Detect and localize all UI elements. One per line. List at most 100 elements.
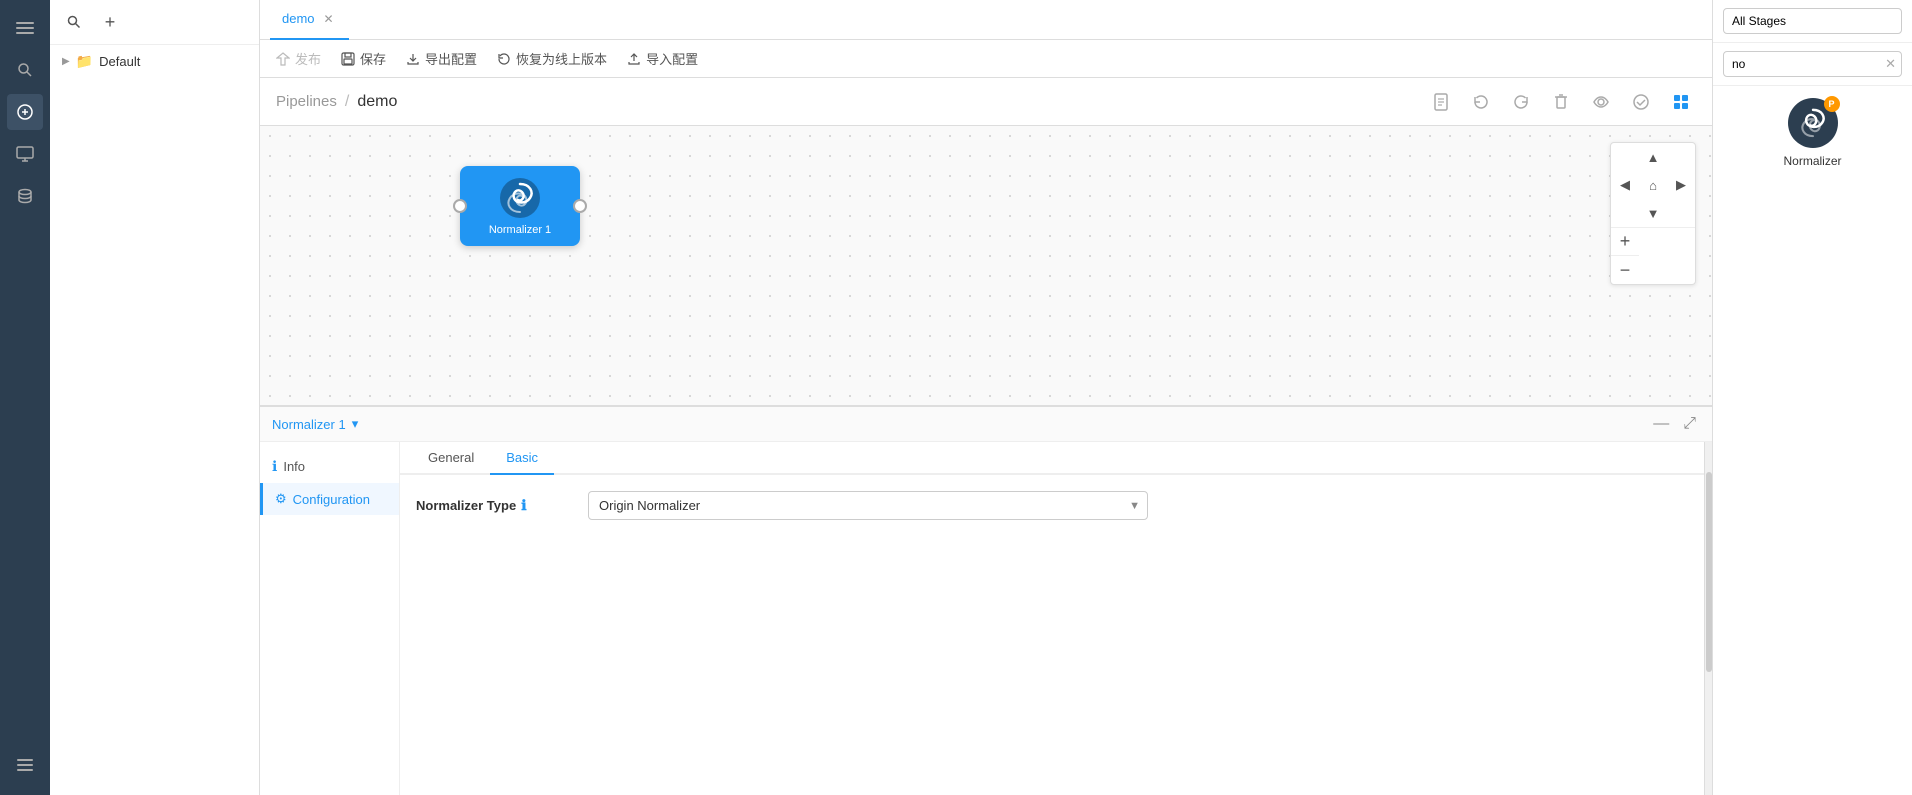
publish-label: 发布 bbox=[295, 49, 321, 68]
config-tab-icon: ⚙ bbox=[275, 491, 287, 507]
breadcrumb-sep: / bbox=[345, 93, 349, 111]
tab-bar: demo ✕ bbox=[260, 0, 1712, 40]
pipeline-nav-icon[interactable] bbox=[7, 94, 43, 130]
normalizer-type-select-wrapper: Origin Normalizer Field Normalizer Root … bbox=[588, 491, 1148, 520]
node-logo bbox=[498, 176, 542, 220]
detail-title-text: Normalizer 1 bbox=[272, 417, 346, 432]
export-button[interactable]: 导出配置 bbox=[406, 45, 477, 72]
tab-basic[interactable]: Basic bbox=[490, 442, 554, 475]
tab-demo[interactable]: demo ✕ bbox=[270, 0, 349, 40]
save-label: 保存 bbox=[360, 49, 386, 68]
toolbar: 发布 保存 导出配置 恢复为线上版本 导入配置 bbox=[260, 40, 1712, 78]
nav-add-button[interactable]: + bbox=[96, 8, 124, 36]
detail-panel: Normalizer 1 ▾ — ⤢ ℹ Info ⚙ bbox=[260, 405, 1712, 795]
tab-close-icon[interactable]: ✕ bbox=[321, 12, 337, 26]
nav-item-default[interactable]: ▶ 📁 Default bbox=[50, 45, 259, 78]
save-button[interactable]: 保存 bbox=[341, 45, 386, 72]
document-action-icon[interactable] bbox=[1426, 87, 1456, 117]
monitor-nav-icon[interactable] bbox=[7, 136, 43, 172]
zoom-in-btn[interactable]: + bbox=[1611, 228, 1639, 256]
detail-top-tabs: General Basic bbox=[400, 442, 1704, 475]
detail-body: Normalizer Type ℹ Origin Normalizer Fiel… bbox=[400, 475, 1704, 795]
preview-action-icon[interactable] bbox=[1586, 87, 1616, 117]
detail-tabs-left: ℹ Info ⚙ Configuration bbox=[260, 442, 400, 795]
config-tab-label: Configuration bbox=[293, 492, 370, 507]
map-left-btn[interactable]: ◀ bbox=[1611, 171, 1639, 199]
tab-label: demo bbox=[282, 11, 315, 26]
node-label: Normalizer 1 bbox=[489, 224, 551, 236]
right-panel: All Stages Origins Processors Destinatio… bbox=[1712, 0, 1912, 795]
detail-right: General Basic Normalizer Type ℹ bbox=[400, 442, 1704, 795]
zoom-controls: + − bbox=[1611, 228, 1695, 284]
import-button[interactable]: 导入配置 bbox=[627, 45, 698, 72]
canvas[interactable]: Normalizer 1 ◀ ▲ ⌂ ▼ ▶ + − bbox=[260, 126, 1712, 405]
import-label: 导入配置 bbox=[646, 49, 698, 68]
info-tab-icon: ℹ bbox=[272, 458, 277, 475]
component-name: Normalizer bbox=[1783, 154, 1841, 168]
nav-item-label: Default bbox=[99, 54, 140, 69]
stage-select[interactable]: All Stages Origins Processors Destinatio… bbox=[1723, 8, 1902, 34]
node-connector-left[interactable] bbox=[453, 199, 467, 213]
scroll-thumb bbox=[1706, 472, 1712, 672]
folder-icon: 📁 bbox=[76, 53, 93, 70]
undo-action-icon[interactable] bbox=[1466, 87, 1496, 117]
detail-scrollbar[interactable] bbox=[1704, 442, 1712, 795]
delete-action-icon[interactable] bbox=[1546, 87, 1576, 117]
detail-minimize-btn[interactable]: — bbox=[1649, 413, 1673, 435]
pipeline-header: Pipelines / demo bbox=[260, 78, 1712, 126]
menu-icon[interactable] bbox=[7, 10, 43, 46]
breadcrumb: Pipelines / demo bbox=[276, 93, 397, 111]
nav-panel-header: + bbox=[50, 0, 259, 45]
publish-button[interactable]: 发布 bbox=[276, 45, 321, 72]
restore-label: 恢复为线上版本 bbox=[516, 49, 607, 68]
component-search-input[interactable] bbox=[1723, 51, 1902, 77]
component-badge: P bbox=[1824, 96, 1840, 112]
normalizer-node[interactable]: Normalizer 1 bbox=[460, 166, 580, 246]
settings-nav-icon[interactable] bbox=[7, 747, 43, 783]
normalizer-type-label: Normalizer Type ℹ bbox=[416, 497, 576, 514]
map-controls: ◀ ▲ ⌂ ▼ ▶ + − bbox=[1610, 142, 1696, 285]
map-down-btn[interactable]: ▼ bbox=[1639, 199, 1667, 227]
nav-arrow-icon: ▶ bbox=[62, 56, 70, 67]
canvas-section: Normalizer 1 ◀ ▲ ⌂ ▼ ▶ + − bbox=[260, 126, 1712, 795]
stage-select-bar: All Stages Origins Processors Destinatio… bbox=[1713, 0, 1912, 43]
map-right-btn[interactable]: ▶ bbox=[1667, 171, 1695, 199]
node-connector-right[interactable] bbox=[573, 199, 587, 213]
normalizer-type-row: Normalizer Type ℹ Origin Normalizer Fiel… bbox=[416, 491, 1688, 520]
data-nav-icon[interactable] bbox=[7, 178, 43, 214]
component-search-wrapper: ✕ bbox=[1713, 43, 1912, 86]
normalizer-type-label-text: Normalizer Type bbox=[416, 498, 516, 513]
detail-tab-info[interactable]: ℹ Info bbox=[260, 450, 399, 483]
redo-action-icon[interactable] bbox=[1506, 87, 1536, 117]
main-area: demo ✕ 发布 保存 导出配置 恢复为线上版本 导入配置 Pipelines bbox=[260, 0, 1712, 795]
detail-title[interactable]: Normalizer 1 ▾ bbox=[272, 416, 358, 432]
sidebar bbox=[0, 0, 50, 795]
component-logo-wrapper: P bbox=[1788, 98, 1838, 148]
restore-button[interactable]: 恢复为线上版本 bbox=[497, 45, 607, 72]
normalizer-type-select[interactable]: Origin Normalizer Field Normalizer Root … bbox=[588, 491, 1148, 520]
map-nav-controls: ◀ ▲ ⌂ ▼ ▶ bbox=[1611, 143, 1695, 228]
breadcrumb-current: demo bbox=[357, 93, 397, 111]
component-card-normalizer[interactable]: P Normalizer bbox=[1713, 86, 1912, 180]
normalizer-type-info-icon[interactable]: ℹ bbox=[521, 497, 526, 514]
search-clear-icon[interactable]: ✕ bbox=[1885, 56, 1896, 72]
breadcrumb-root: Pipelines bbox=[276, 93, 337, 110]
search-nav-icon[interactable] bbox=[7, 52, 43, 88]
nav-search-button[interactable] bbox=[60, 8, 88, 36]
map-home-btn[interactable]: ⌂ bbox=[1639, 171, 1667, 199]
validate-action-icon[interactable] bbox=[1626, 87, 1656, 117]
detail-header: Normalizer 1 ▾ — ⤢ bbox=[260, 407, 1712, 442]
pipeline-actions bbox=[1426, 87, 1696, 117]
detail-expand-btn[interactable]: ⤢ bbox=[1679, 413, 1700, 435]
map-up-btn[interactable]: ▲ bbox=[1639, 143, 1667, 171]
detail-tab-configuration[interactable]: ⚙ Configuration bbox=[260, 483, 399, 515]
grid-view-action-icon[interactable] bbox=[1666, 87, 1696, 117]
export-label: 导出配置 bbox=[425, 49, 477, 68]
detail-header-actions: — ⤢ bbox=[1649, 413, 1700, 435]
tab-general[interactable]: General bbox=[412, 442, 490, 475]
info-tab-label: Info bbox=[283, 459, 305, 474]
zoom-out-btn[interactable]: − bbox=[1611, 256, 1639, 284]
detail-title-chevron: ▾ bbox=[352, 416, 359, 432]
nav-panel: + ▶ 📁 Default bbox=[50, 0, 260, 795]
detail-content: ℹ Info ⚙ Configuration General Basic bbox=[260, 442, 1712, 795]
